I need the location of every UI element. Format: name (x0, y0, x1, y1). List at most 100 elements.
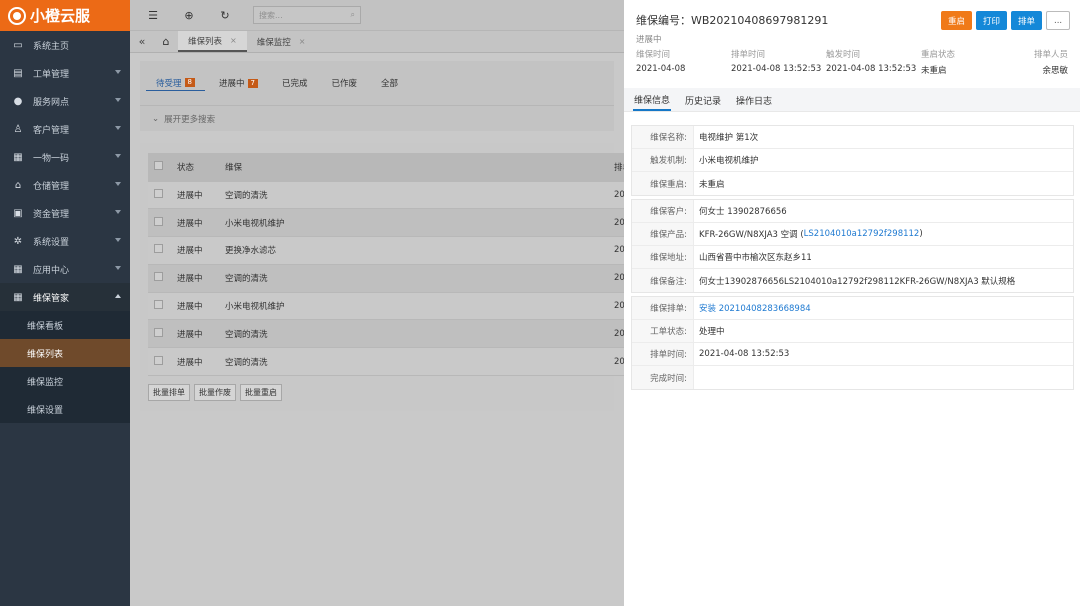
search-input[interactable]: 搜索... ⌕ (253, 6, 361, 24)
tab-maintenance-info[interactable]: 维保信息 (633, 89, 672, 111)
batch-void-button[interactable]: 批量作废 (194, 384, 236, 402)
order-link[interactable]: 安装 20210408283668984 (699, 302, 811, 314)
meta-maintenance-time: 维保时间 2021-04-08 (636, 48, 731, 76)
row-checkbox-cell (148, 236, 171, 265)
sidebar-item-home[interactable]: ▭ 系统主页 (0, 31, 130, 59)
dispatch-button[interactable]: 排单 (1010, 11, 1042, 30)
row-checkbox[interactable] (154, 244, 163, 254)
tab-maintenance-list[interactable]: 维保列表 × (178, 31, 247, 52)
product-serial-link[interactable]: LS2104010a12792f298112 (804, 229, 920, 239)
refresh-icon[interactable]: ↻ (219, 9, 231, 22)
row-checkbox[interactable] (154, 216, 163, 226)
info-key: 维保地址: (632, 246, 694, 268)
user-icon: ♙ (13, 123, 23, 135)
status-tab-voided[interactable]: 已作废 (321, 75, 367, 91)
status-tab-pending[interactable]: 待受理 8 (146, 75, 205, 91)
info-key: 维保产品: (632, 223, 694, 245)
sidebar-subitem-maintenance-board[interactable]: 维保看板 (0, 311, 130, 339)
table-row[interactable]: 进展中 空调的清洗 202 (148, 319, 630, 349)
expand-search-toggle[interactable]: ⌄ 展开更多搜索 (140, 105, 614, 131)
count-badge: 8 (184, 78, 195, 87)
row-checkbox-cell (148, 181, 171, 210)
tab-history[interactable]: 历史记录 (684, 89, 722, 111)
search-icon[interactable]: ⌕ (351, 10, 355, 20)
top-toolbar: ☰ ⊕ ↻ 搜索... ⌕ (130, 0, 624, 31)
sidebar-item-label: 系统主页 (33, 41, 70, 52)
table-row[interactable]: 进展中 更换净水滤芯 202 (148, 236, 630, 265)
info-group-basic: 维保名称: 电视维护 第1次 触发机制: 小米电视机维护 维保重启: 未重启 (631, 125, 1074, 196)
sidebar-item-maintenance-manager[interactable]: ▦ 维保管家 (0, 283, 130, 311)
row-checkbox[interactable] (154, 355, 163, 365)
row-checkbox[interactable] (154, 327, 163, 337)
info-row-product: 维保产品: KFR-26GW/N8XJA3 空调 (LS2104010a1279… (632, 223, 1073, 246)
table-row[interactable]: 进展中 小米电视机维护 202 (148, 208, 630, 238)
close-icon[interactable]: × (299, 37, 306, 46)
table-row[interactable]: 进展中 小米电视机维护 202 (148, 292, 630, 321)
sidebar-item-work-orders[interactable]: ▤ 工单管理 (0, 59, 130, 87)
tab-label: 维保监控 (256, 37, 291, 48)
meta-label: 重启状态 (921, 50, 956, 60)
info-key: 工单状态: (632, 320, 694, 342)
sidebar-item-label: 客户管理 (33, 125, 70, 136)
restart-button[interactable]: 重启 (940, 11, 972, 30)
info-row-order: 维保排单: 安装 20210408283668984 (632, 297, 1073, 320)
status-tab-in-progress[interactable]: 进展中 7 (209, 75, 268, 91)
select-all-cell (148, 153, 171, 182)
sidebar-item-warehouse[interactable]: ⌂ 仓储管理 (0, 171, 130, 199)
chevron-up-icon (115, 294, 121, 298)
detail-actions: 重启 打印 排单 ... (940, 11, 1070, 30)
print-button[interactable]: 打印 (975, 11, 1007, 30)
more-button[interactable]: ... (1046, 11, 1070, 30)
maintenance-table: 状态 维保 排单 进展中 空调的清洗 202 进展中 小米电视机维护 202 进展中 更换净水… (148, 153, 630, 377)
sidebar-item-one-item-one-code[interactable]: ▦ 一物一码 (0, 143, 130, 171)
search-placeholder: 搜索... (259, 10, 283, 20)
sidebar-item-system-settings[interactable]: ✲ 系统设置 (0, 227, 130, 255)
status-tab-label: 已作废 (331, 79, 357, 89)
close-icon[interactable]: × (230, 36, 237, 45)
info-row-dispatch-time: 排单时间: 2021-04-08 13:52:53 (632, 343, 1073, 366)
row-checkbox-cell (148, 347, 171, 377)
info-value: 何女士13902876656LS2104010a12792f298112KFR-… (699, 276, 1016, 287)
info-row-remark: 维保备注: 何女士13902876656LS2104010a12792f2981… (632, 269, 1073, 292)
tab-operation-log[interactable]: 操作日志 (735, 89, 773, 111)
sidebar-item-customers[interactable]: ♙ 客户管理 (0, 115, 130, 143)
batch-dispatch-button[interactable]: 批量排单 (148, 384, 190, 402)
batch-restart-button[interactable]: 批量重启 (240, 384, 282, 402)
row-maintenance-name: 小米电视机维护 (219, 208, 608, 238)
app-logo[interactable]: 小橙云服 (0, 0, 130, 31)
row-status: 进展中 (171, 319, 219, 349)
row-checkbox[interactable] (154, 272, 163, 282)
row-checkbox[interactable] (154, 188, 163, 198)
info-value: 处理中 (699, 327, 725, 337)
status-tab-completed[interactable]: 已完成 (272, 75, 318, 91)
tab-maintenance-monitor[interactable]: 维保监控 × (247, 31, 316, 52)
sidebar-subitem-maintenance-settings[interactable]: 维保设置 (0, 395, 130, 423)
monitor-icon: ▭ (13, 39, 23, 51)
globe-icon[interactable]: ⊕ (183, 9, 195, 22)
detail-meta: 维保时间 2021-04-08 排单时间 2021-04-08 13:52:53… (636, 48, 1068, 76)
collapse-left-icon[interactable]: « (130, 31, 154, 52)
info-row-ticket-status: 工单状态: 处理中 (632, 320, 1073, 343)
row-checkbox[interactable] (154, 300, 163, 310)
meta-trigger-time: 触发时间 2021-04-08 13:52:53 (826, 48, 921, 76)
sidebar-item-finance[interactable]: ▣ 资金管理 (0, 199, 130, 227)
warehouse-icon: ⌂ (14, 179, 22, 191)
status-tab-label: 已完成 (281, 79, 308, 89)
sidebar-subitem-maintenance-list[interactable]: 维保列表 (0, 339, 130, 367)
select-all-checkbox[interactable] (154, 160, 163, 170)
table-row[interactable]: 进展中 空调的清洗 202 (148, 347, 630, 377)
sidebar-subitem-maintenance-monitor[interactable]: 维保监控 (0, 367, 130, 395)
status-tab-label: 全部 (381, 79, 399, 89)
sidebar-item-app-center[interactable]: ▦ 应用中心 (0, 255, 130, 283)
count-badge: 7 (247, 78, 258, 88)
info-row-finish-time: 完成时间: (632, 366, 1073, 389)
info-key: 维保客户: (632, 200, 694, 222)
sidebar-item-service-outlets[interactable]: ● 服务网点 (0, 87, 130, 115)
menu-toggle-icon[interactable]: ☰ (147, 9, 159, 22)
status-tab-all[interactable]: 全部 (371, 75, 408, 91)
table-row[interactable]: 进展中 空调的清洗 202 (148, 264, 630, 293)
chevron-down-icon (115, 266, 121, 270)
page-tab-bar: « ⌂ 维保列表 × 维保监控 × (130, 31, 624, 53)
home-icon[interactable]: ⌂ (154, 31, 178, 52)
table-row[interactable]: 进展中 空调的清洗 202 (148, 181, 630, 210)
